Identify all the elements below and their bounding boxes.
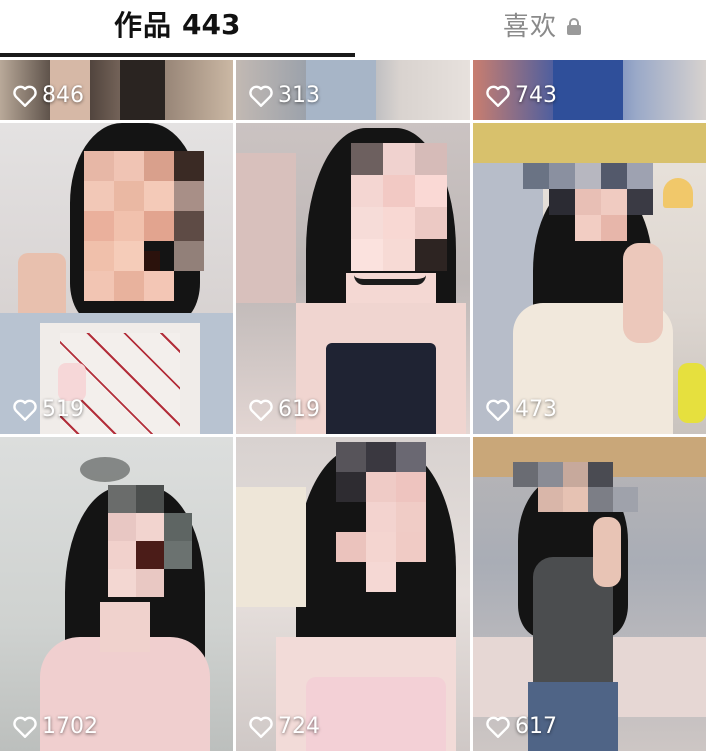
like-count: 724 xyxy=(248,714,320,739)
tab-likes[interactable]: 喜欢 xyxy=(503,2,582,46)
video-thumbnail[interactable]: 617 xyxy=(473,437,706,751)
heart-icon xyxy=(13,399,37,421)
heart-icon xyxy=(486,399,510,421)
tab-works[interactable]: 作品 443 xyxy=(114,2,240,46)
like-count: 473 xyxy=(485,397,557,422)
heart-icon xyxy=(249,85,273,107)
video-thumbnail[interactable]: 743 xyxy=(473,60,706,120)
lock-icon xyxy=(567,18,582,35)
tab-works-count: 443 xyxy=(182,7,241,41)
video-thumbnail[interactable]: 519 xyxy=(0,123,233,434)
tab-likes-label: 喜欢 xyxy=(503,11,558,42)
heart-icon xyxy=(249,399,273,421)
like-count: 519 xyxy=(12,397,84,422)
heart-icon xyxy=(486,85,510,107)
like-count: 1702 xyxy=(12,714,98,739)
like-count: 619 xyxy=(248,397,320,422)
like-count: 846 xyxy=(12,83,84,108)
tab-works-label: 作品 xyxy=(114,9,173,42)
video-thumbnail[interactable]: 473 xyxy=(473,123,706,434)
like-count: 617 xyxy=(485,714,557,739)
video-grid: 846 313 743 519 619 473 1702 724 617 xyxy=(0,60,706,751)
video-thumbnail[interactable]: 313 xyxy=(236,60,470,120)
heart-icon xyxy=(13,716,37,738)
active-tab-indicator xyxy=(0,53,355,57)
like-count: 743 xyxy=(485,83,557,108)
profile-tabs: 作品 443 喜欢 xyxy=(0,0,706,57)
heart-icon xyxy=(13,85,37,107)
like-count: 313 xyxy=(248,83,320,108)
video-thumbnail[interactable]: 846 xyxy=(0,60,233,120)
heart-icon xyxy=(486,716,510,738)
video-thumbnail[interactable]: 1702 xyxy=(0,437,233,751)
video-thumbnail[interactable]: 724 xyxy=(236,437,470,751)
heart-icon xyxy=(249,716,273,738)
video-thumbnail[interactable]: 619 xyxy=(236,123,470,434)
